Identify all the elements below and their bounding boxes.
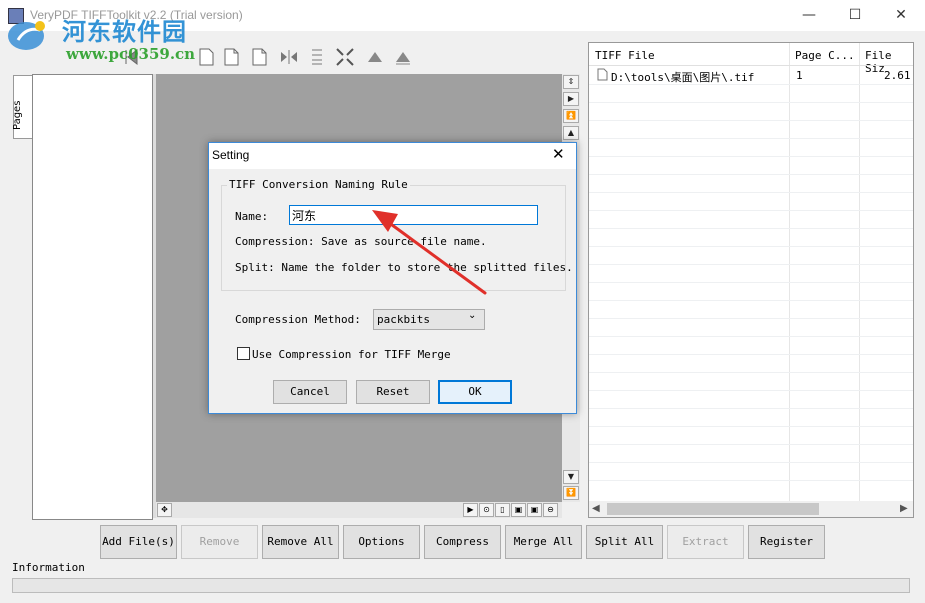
row-line: [589, 174, 913, 175]
row-line: [589, 300, 913, 301]
row-line: [589, 246, 913, 247]
flip-horizontal-icon[interactable]: [278, 46, 300, 68]
remove-button[interactable]: Remove: [181, 525, 258, 559]
setting-dialog: Setting ✕ TIFF Conversion Naming Rule Na…: [208, 142, 577, 414]
extract-button[interactable]: Extract: [667, 525, 744, 559]
zoom-icon[interactable]: ⊙: [479, 503, 494, 517]
compression-info: Compression: Save as source file name.: [235, 235, 487, 248]
file-path: D:\tools\桌面\图片\.tif: [611, 71, 755, 84]
rotate-right-icon[interactable]: [392, 46, 414, 68]
group-title: TIFF Conversion Naming Rule: [227, 178, 410, 191]
zoom-out-icon[interactable]: ⊖: [543, 503, 558, 517]
information-bar: [12, 578, 910, 593]
row-line: [589, 336, 913, 337]
scroll-top-icon[interactable]: ⏫: [563, 109, 579, 123]
row-line: [589, 138, 913, 139]
compression-method-label: Compression Method:: [235, 313, 361, 326]
dialog-close-icon[interactable]: ✕: [552, 145, 565, 163]
file-pages: 1: [796, 69, 803, 82]
ok-button[interactable]: OK: [438, 380, 512, 404]
next-icon[interactable]: ▶: [563, 92, 579, 106]
chevron-down-icon[interactable]: ⌄: [468, 310, 476, 321]
column-header-file[interactable]: TIFF File: [595, 49, 655, 62]
scroll-right-icon[interactable]: ▶: [463, 503, 478, 517]
add-files-button[interactable]: Add File(s): [100, 525, 177, 559]
row-line: [589, 84, 913, 85]
row-line: [589, 120, 913, 121]
page-icon[interactable]: [195, 46, 217, 68]
scroll-up-icon[interactable]: ▲: [563, 126, 579, 140]
scroll-down-icon[interactable]: ▼: [563, 470, 579, 484]
row-line: [589, 264, 913, 265]
row-line: [589, 282, 913, 283]
file-icon: [597, 68, 608, 81]
scroll-left-icon[interactable]: ◀: [592, 503, 600, 514]
reset-button[interactable]: Reset: [356, 380, 430, 404]
page-rotate-icon[interactable]: [248, 46, 270, 68]
name-input[interactable]: [289, 205, 538, 225]
pages-panel: [32, 74, 153, 520]
use-compression-checkbox[interactable]: [237, 347, 250, 360]
file-list[interactable]: TIFF File Page C... File Siz D:\tools\桌面…: [588, 42, 914, 518]
row-line: [589, 390, 913, 391]
fit-height-icon[interactable]: ▣: [527, 503, 542, 517]
remove-all-button[interactable]: Remove All: [262, 525, 339, 559]
tab-pages-label: Pages: [12, 100, 23, 130]
table-row[interactable]: D:\tools\桌面\图片\.tif 1 2.61: [589, 66, 913, 84]
register-button[interactable]: Register: [748, 525, 825, 559]
close-window-button[interactable]: ✕: [878, 0, 924, 31]
fit-page-icon[interactable]: [334, 46, 356, 68]
row-line: [589, 228, 913, 229]
pan-icon[interactable]: ✥: [157, 503, 172, 517]
row-line: [589, 210, 913, 211]
page-copy-icon[interactable]: [220, 46, 242, 68]
compress-button[interactable]: Compress: [424, 525, 501, 559]
fit-width-icon[interactable]: ▣: [511, 503, 526, 517]
row-line: [589, 408, 913, 409]
first-page-icon[interactable]: ⇕: [563, 75, 579, 89]
name-label: Name:: [235, 210, 269, 223]
scroll-right-icon[interactable]: ▶: [900, 503, 908, 514]
row-line: [589, 444, 913, 445]
column-header-pages[interactable]: Page C...: [795, 49, 855, 62]
row-line: [589, 426, 913, 427]
minimize-button[interactable]: —: [786, 0, 832, 31]
row-line: [589, 102, 913, 103]
column-divider: [859, 43, 860, 517]
watermark-url: www.pc0359.cn: [66, 45, 196, 63]
row-line: [589, 480, 913, 481]
split-all-button[interactable]: Split All: [586, 525, 663, 559]
row-line: [589, 192, 913, 193]
split-info: Split: Name the folder to store the spli…: [235, 261, 573, 274]
row-line: [589, 462, 913, 463]
column-divider: [789, 43, 790, 517]
page-view-icon[interactable]: ▯: [495, 503, 510, 517]
row-line: [589, 354, 913, 355]
cancel-button[interactable]: Cancel: [273, 380, 347, 404]
row-line: [589, 372, 913, 373]
maximize-button[interactable]: ☐: [832, 0, 878, 31]
watermark-logo-icon: [8, 21, 45, 50]
information-label: Information: [12, 561, 85, 574]
row-line: [589, 318, 913, 319]
dialog-title-bar[interactable]: [209, 143, 576, 169]
rotate-left-icon[interactable]: [364, 46, 386, 68]
dialog-title: Setting: [212, 148, 250, 162]
file-size: 2.61: [884, 69, 911, 82]
options-button[interactable]: Options: [343, 525, 420, 559]
flip-vertical-icon[interactable]: [306, 46, 328, 68]
merge-all-button[interactable]: Merge All: [505, 525, 582, 559]
watermark-title: 河东软件园: [62, 18, 187, 46]
use-compression-label[interactable]: Use Compression for TIFF Merge: [252, 348, 451, 361]
row-line: [589, 156, 913, 157]
file-list-scroll-thumb[interactable]: [607, 503, 819, 515]
scroll-bottom-icon[interactable]: ⏬: [563, 486, 579, 500]
